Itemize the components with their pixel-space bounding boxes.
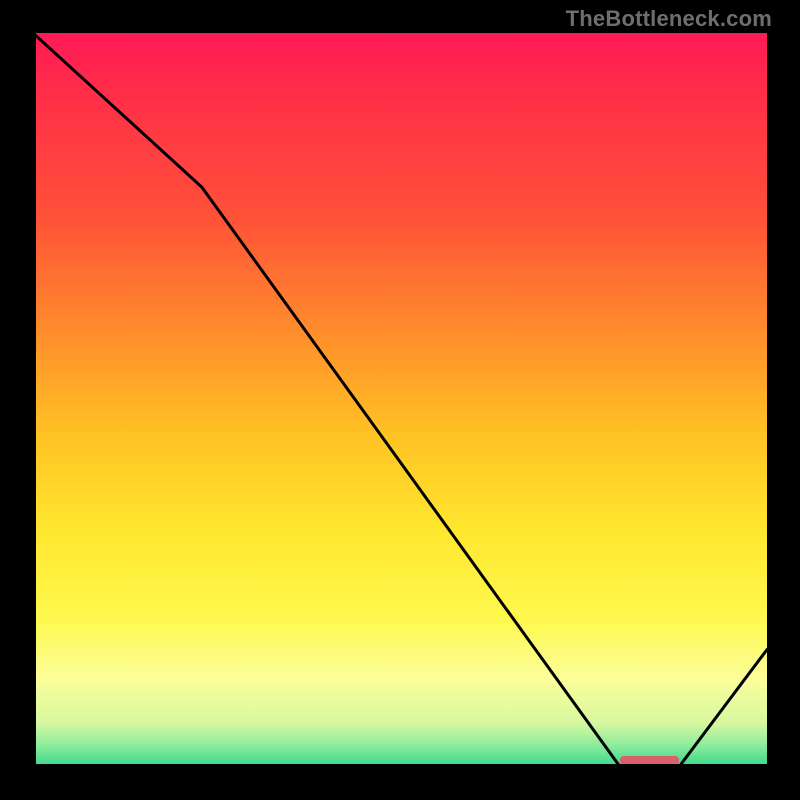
- bottleneck-marker: [620, 756, 679, 765]
- bottleneck-chart: [33, 33, 767, 767]
- chart-curve: [33, 33, 767, 767]
- chart-curve-path: [33, 33, 767, 767]
- watermark-text: TheBottleneck.com: [566, 6, 772, 32]
- page-root: { "watermark": "TheBottleneck.com", "col…: [0, 0, 800, 800]
